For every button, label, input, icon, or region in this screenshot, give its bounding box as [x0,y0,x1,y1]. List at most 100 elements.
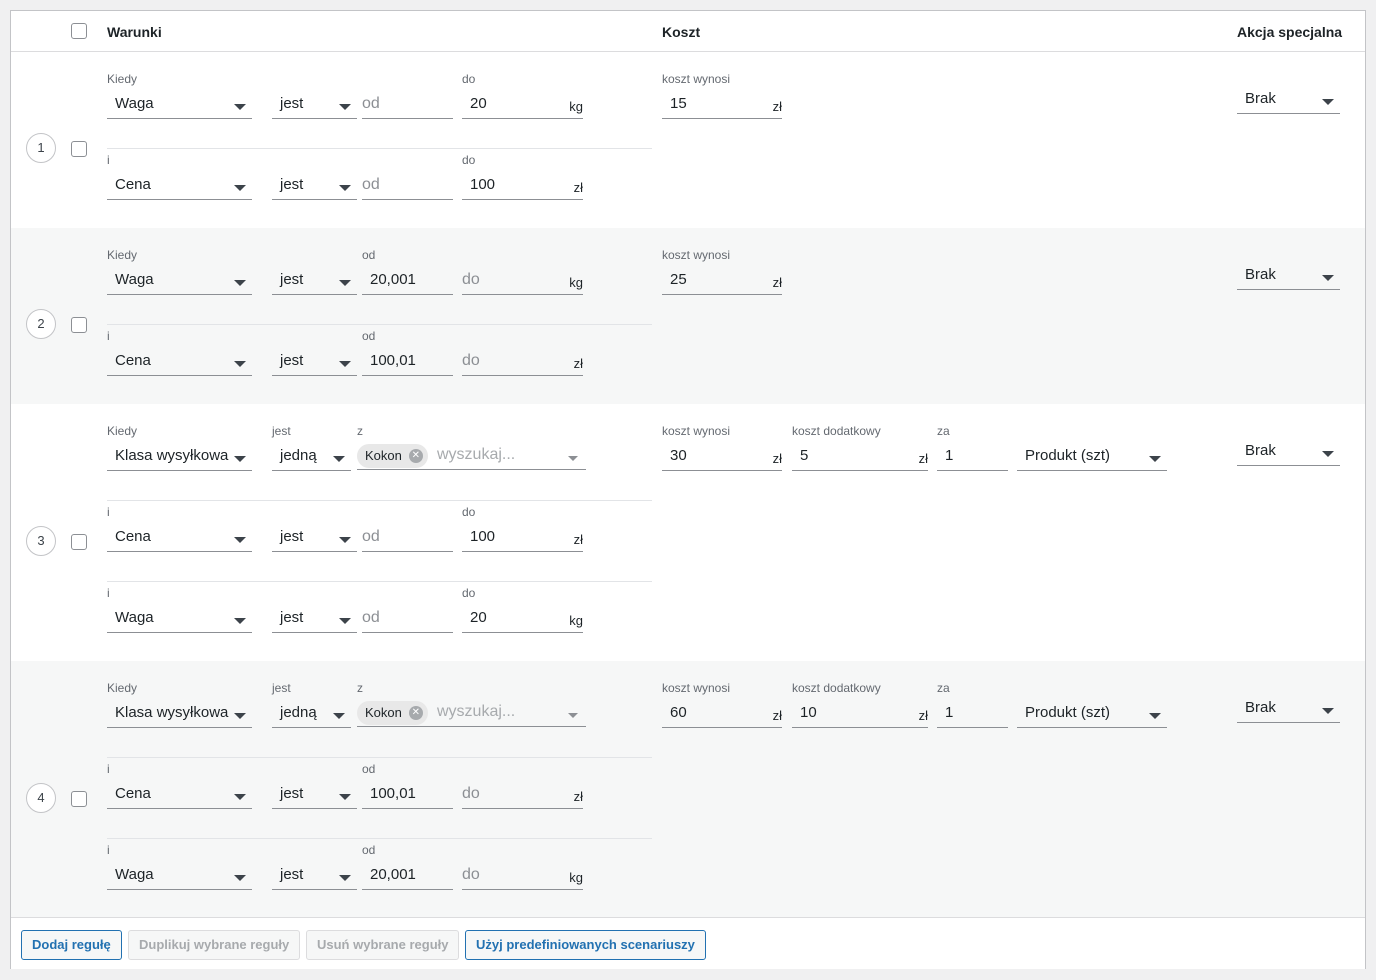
label-when: Kiedy [107,72,138,86]
condition-operator-select[interactable]: jest [272,269,357,295]
condition-operator-select[interactable]: jest [272,783,357,809]
delete-rules-button[interactable]: Usuń wybrane reguły [306,930,460,960]
condition-field-select[interactable]: Waga [107,864,252,890]
to-input[interactable]: do zł [462,350,583,376]
condition-operator-select[interactable]: jedną [272,702,351,728]
chevron-down-icon [339,361,351,367]
condition-operator-select[interactable]: jest [272,607,357,633]
duplicate-rules-button[interactable]: Duplikuj wybrane reguły [128,930,301,960]
cost-input[interactable]: 30 zł [662,445,782,471]
label-is: jest [272,681,291,695]
to-input[interactable]: 20 kg [462,607,583,633]
shipping-class-multiselect[interactable]: Kokon ✕ wyszukaj... [357,701,586,727]
condition-operator-select[interactable]: jedną [272,445,351,471]
label-cost-is: koszt wynosi [662,424,731,438]
cost-input[interactable]: 60 zł [662,702,782,728]
label-and: i [107,586,110,600]
condition-operator-select[interactable]: jest [272,174,357,200]
label-when: Kiedy [107,681,138,695]
rule-row-3: 3 Kiedy Klasa wysyłkowa jest jedną z Kok… [11,404,1365,661]
additional-cost-input[interactable]: 10 zł [792,702,928,728]
chevron-down-icon [339,185,351,191]
label-to: do [462,586,476,600]
condition-field-select[interactable]: Cena [107,174,252,200]
label-cost-is: koszt wynosi [662,681,731,695]
chevron-down-icon [339,875,351,881]
add-rule-button[interactable]: Dodaj regułę [21,930,122,960]
to-input[interactable]: do zł [462,783,583,809]
chevron-down-icon [234,104,246,110]
chevron-down-icon [339,104,351,110]
chevron-down-icon [339,537,351,543]
from-input[interactable]: od [362,174,453,200]
condition-operator-select[interactable]: jest [272,350,357,376]
to-input[interactable]: 100 zł [462,526,583,552]
chevron-down-icon [234,618,246,624]
rule-number: 4 [26,783,56,813]
condition-field-select[interactable]: Klasa wysyłkowa [107,445,252,471]
chevron-down-icon [234,280,246,286]
select-all-checkbox[interactable] [71,23,87,39]
from-input[interactable]: 20,001 [362,269,453,295]
per-unit-select[interactable]: Produkt (szt) [1017,445,1167,471]
label-is: jest [272,424,291,438]
condition-separator [107,838,652,839]
from-input[interactable]: od [362,526,453,552]
special-action-select[interactable]: Brak [1237,88,1340,114]
condition-field-select[interactable]: Cena [107,526,252,552]
chevron-down-icon [1149,456,1161,462]
condition-field-select[interactable]: Klasa wysyłkowa [107,702,252,728]
rule-number: 2 [26,309,56,339]
label-when: Kiedy [107,424,138,438]
special-action-select[interactable]: Brak [1237,697,1340,723]
shipping-class-multiselect[interactable]: Kokon ✕ wyszukaj... [357,444,586,470]
to-input[interactable]: 100 zł [462,174,583,200]
per-quantity-input[interactable]: 1 [937,702,1008,728]
chevron-down-icon [1322,708,1334,714]
condition-separator [107,148,652,149]
to-input[interactable]: 20 kg [462,93,583,119]
chevron-down-icon [234,185,246,191]
condition-field-select[interactable]: Cena [107,783,252,809]
rules-table: Warunki Koszt Akcja specjalna 1 Kiedy Wa… [10,10,1366,969]
per-quantity-input[interactable]: 1 [937,445,1008,471]
rule-checkbox[interactable] [71,141,87,157]
from-input[interactable]: 100,01 [362,350,453,376]
to-input[interactable]: do kg [462,269,583,295]
chevron-down-icon [333,456,345,462]
rule-row-1: 1 Kiedy Waga jest od do 20 kg i Cena jest… [11,52,1365,228]
use-scenarios-button[interactable]: Użyj predefiniowanych scenariuszy [465,930,706,960]
label-additional-cost: koszt dodatkowy [792,681,881,695]
remove-tag-icon[interactable]: ✕ [408,706,423,720]
condition-operator-select[interactable]: jest [272,93,357,119]
special-action-select[interactable]: Brak [1237,440,1340,466]
condition-operator-select[interactable]: jest [272,526,357,552]
rule-checkbox[interactable] [71,791,87,807]
from-input[interactable]: 20,001 [362,864,453,890]
chevron-down-icon [1322,275,1334,281]
cost-input[interactable]: 15 zł [662,93,782,119]
label-and: i [107,505,110,519]
cost-input[interactable]: 25 zł [662,269,782,295]
condition-field-select[interactable]: Waga [107,269,252,295]
per-unit-select[interactable]: Produkt (szt) [1017,702,1167,728]
label-of: z [357,681,363,695]
label-and: i [107,762,110,776]
condition-field-select[interactable]: Cena [107,350,252,376]
label-from: od [362,329,376,343]
from-input[interactable]: od [362,607,453,633]
rule-checkbox[interactable] [71,534,87,550]
chevron-down-icon [234,713,246,719]
label-per: za [937,681,950,695]
rule-checkbox[interactable] [71,317,87,333]
remove-tag-icon[interactable]: ✕ [408,449,423,463]
condition-field-select[interactable]: Waga [107,607,252,633]
condition-field-select[interactable]: Waga [107,93,252,119]
special-action-select[interactable]: Brak [1237,264,1340,290]
from-input[interactable]: 100,01 [362,783,453,809]
condition-operator-select[interactable]: jest [272,864,357,890]
to-input[interactable]: do kg [462,864,583,890]
label-when: Kiedy [107,248,138,262]
additional-cost-input[interactable]: 5 zł [792,445,928,471]
from-input[interactable]: od [362,93,453,119]
